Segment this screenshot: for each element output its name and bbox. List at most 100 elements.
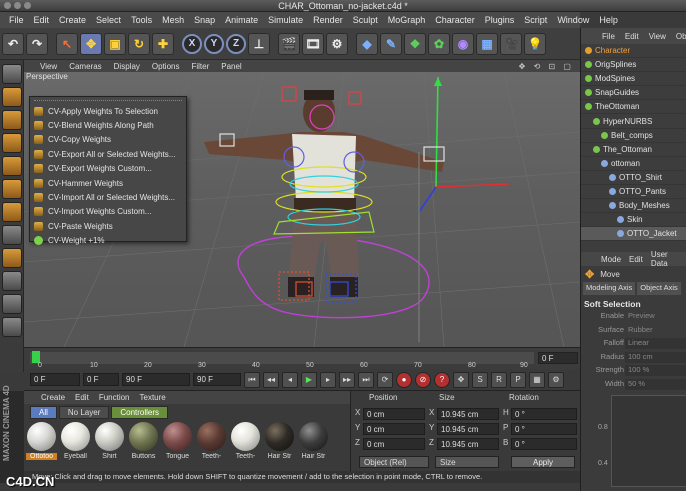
next-key-icon[interactable]: ▸▸ — [339, 371, 355, 388]
texture-mode-icon[interactable] — [1, 110, 22, 130]
object-row-skin[interactable]: Skin — [581, 213, 686, 228]
go-to-end-icon[interactable]: ⏭ — [358, 371, 374, 388]
z-axis-lock-button[interactable]: Z — [226, 33, 246, 54]
object-row-modspines[interactable]: ModSpines — [581, 72, 686, 87]
layer-tab-no-layer[interactable]: No Layer — [58, 406, 110, 419]
locked-workplane-icon[interactable] — [1, 317, 22, 337]
polygons-mode-icon[interactable] — [1, 202, 22, 222]
material-item[interactable]: Tongue — [162, 422, 193, 467]
window-controls[interactable] — [4, 2, 31, 9]
model-mode-icon[interactable] — [1, 87, 22, 107]
point-level-key-icon[interactable]: ▦ — [529, 371, 545, 388]
object-row-origsplines[interactable]: OrigSplines — [581, 58, 686, 73]
palette-grip[interactable] — [34, 100, 182, 102]
object-row-hypernurbs[interactable]: HyperNURBS — [581, 114, 686, 129]
falloff-graph[interactable]: 0.8 0.4 — [598, 395, 686, 487]
snap-icon[interactable] — [1, 271, 22, 291]
coordinate-system-icon[interactable]: ⊥ — [248, 32, 270, 55]
attribute-menu-mode[interactable]: Mode — [597, 255, 625, 264]
light-icon[interactable]: 💡 — [524, 32, 546, 55]
material-item[interactable]: Buttons — [128, 422, 159, 467]
redo-icon[interactable]: ↷ — [26, 32, 48, 55]
range-start-field[interactable]: 0 F — [83, 373, 119, 386]
zoom-window-icon[interactable] — [24, 2, 31, 9]
menu-simulate[interactable]: Simulate — [263, 15, 308, 25]
size-mode-select[interactable]: Size — [435, 456, 499, 468]
menu-sculpt[interactable]: Sculpt — [348, 15, 383, 25]
points-mode-icon[interactable] — [1, 156, 22, 176]
cv-import-custom-weights-item[interactable]: CV-Import Weights Custom... — [30, 205, 186, 219]
tweak-mode-icon[interactable] — [1, 248, 22, 268]
material-item[interactable]: Eyeball — [60, 422, 91, 467]
cv-hammer-weights-item[interactable]: CV-Hammer Weights — [30, 176, 186, 190]
menu-select[interactable]: Select — [91, 15, 126, 25]
material-menu-texture[interactable]: Texture — [135, 393, 171, 402]
object-row-snapguides[interactable]: SnapGuides — [581, 86, 686, 101]
menu-mograph[interactable]: MoGraph — [383, 15, 431, 25]
scale-key-icon[interactable]: S — [472, 371, 488, 388]
menu-render[interactable]: Render — [308, 15, 348, 25]
material-menu-function[interactable]: Function — [94, 393, 135, 402]
position-z-field[interactable]: 0 cm — [363, 438, 425, 450]
autokey-icon[interactable]: ⊘ — [415, 371, 431, 388]
cv-weight-plus-item[interactable]: CV-Weight +1% — [30, 234, 186, 248]
cv-blend-weights-item[interactable]: CV-Blend Weights Along Path — [30, 118, 186, 132]
pen-spline-icon[interactable]: ✎ — [380, 32, 402, 55]
menu-help[interactable]: Help — [594, 15, 623, 25]
material-item[interactable]: Hair Str — [298, 422, 329, 467]
viewport-menu-panel[interactable]: Panel — [215, 62, 247, 71]
object-menu-view[interactable]: View — [644, 32, 671, 41]
viewport-navigation-icons[interactable]: ✥ ⟲ ⊡ ▢ — [513, 62, 580, 71]
menu-create[interactable]: Create — [54, 15, 91, 25]
coordinate-mode-select[interactable]: Object (Rel) — [359, 456, 429, 468]
position-y-field[interactable]: 0 cm — [363, 423, 425, 435]
object-menu-file[interactable]: File — [597, 32, 620, 41]
object-row-character[interactable]: Character — [581, 44, 686, 59]
apply-button[interactable]: Apply — [511, 456, 575, 468]
size-y-field[interactable]: 10.945 cm — [437, 423, 499, 435]
menu-script[interactable]: Script — [519, 15, 552, 25]
material-item[interactable]: Teeth- — [230, 422, 261, 467]
array-generator-icon[interactable]: ✿ — [428, 32, 450, 55]
object-row-theottoman[interactable]: TheOttoman — [581, 100, 686, 115]
object-row-otto-pants[interactable]: OTTO_Pants — [581, 185, 686, 200]
workplane-grid-icon[interactable] — [1, 294, 22, 314]
material-item[interactable]: Ottotoo — [26, 422, 57, 467]
next-frame-icon[interactable]: ▸ — [320, 371, 336, 388]
render-view-icon[interactable]: 🎬 — [278, 32, 300, 55]
current-frame-field[interactable]: 0 F — [538, 352, 578, 364]
menu-plugins[interactable]: Plugins — [480, 15, 520, 25]
object-row-belt-comps[interactable]: Belt_comps — [581, 129, 686, 143]
viewport-menu-options[interactable]: Options — [146, 62, 186, 71]
render-picture-viewer-icon[interactable]: 🎞 — [302, 32, 324, 55]
material-item[interactable]: Shirt — [94, 422, 125, 467]
menu-character[interactable]: Character — [430, 15, 480, 25]
timeline[interactable]: 0 10 20 30 40 50 60 70 80 90 0 F — [24, 347, 580, 369]
menu-window[interactable]: Window — [552, 15, 594, 25]
edges-mode-icon[interactable] — [1, 179, 22, 199]
size-z-field[interactable]: 10.945 cm — [437, 438, 499, 450]
cv-export-all-weights-item[interactable]: CV-Export All or Selected Weights... — [30, 147, 186, 161]
x-axis-lock-button[interactable]: X — [182, 33, 202, 54]
timeline-settings-icon[interactable]: ⚙ — [548, 371, 564, 388]
tab-object-axis[interactable]: Object Axis — [637, 282, 681, 295]
cv-apply-weights-item[interactable]: CV-Apply Weights To Selection — [30, 104, 186, 118]
add-tool-icon[interactable]: ✚ — [152, 32, 174, 55]
menu-edit[interactable]: Edit — [29, 15, 55, 25]
timeline-track[interactable] — [30, 352, 534, 364]
scale-tool-icon[interactable]: ▣ — [104, 32, 126, 55]
menu-mesh[interactable]: Mesh — [157, 15, 189, 25]
width-field[interactable]: 50 % — [625, 378, 686, 390]
undo-icon[interactable]: ↶ — [2, 32, 24, 55]
object-menu-objects[interactable]: Objects — [671, 32, 686, 41]
material-item[interactable]: Teeth- — [196, 422, 227, 467]
y-axis-lock-button[interactable]: Y — [204, 33, 224, 54]
move-tool-icon[interactable]: ✥ — [80, 32, 102, 55]
workplane-icon[interactable] — [1, 133, 22, 153]
go-to-start-icon[interactable]: ⏮ — [244, 371, 260, 388]
rubber-checkbox[interactable]: Rubber — [625, 325, 686, 336]
tab-modeling-axis[interactable]: Modeling Axis — [583, 282, 636, 295]
deformer-icon[interactable]: ◉ — [452, 32, 474, 55]
camera-icon[interactable]: 🎥 — [500, 32, 522, 55]
end-frame-field[interactable]: 90 F — [193, 373, 241, 386]
